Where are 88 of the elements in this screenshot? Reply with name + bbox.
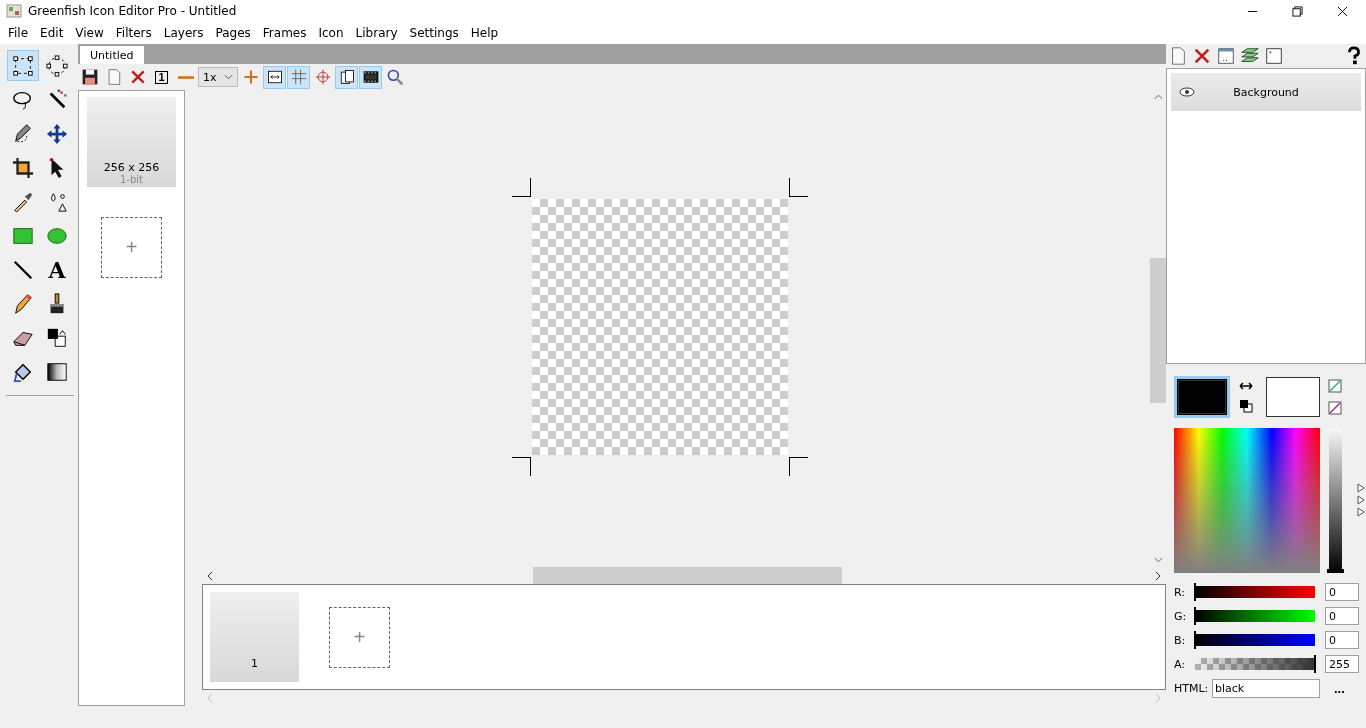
menu-item[interactable]: Edit — [34, 26, 70, 40]
window-title: Greenfish Icon Editor Pro - Untitled — [28, 4, 238, 18]
channel-value-field[interactable]: 0 — [1325, 583, 1359, 601]
crop-icon — [12, 156, 34, 179]
frames-icon — [361, 68, 380, 86]
swap-colors-icon — [46, 326, 68, 349]
text-tool[interactable]: A — [41, 254, 73, 285]
layer-row[interactable]: Background — [1171, 73, 1361, 111]
corner-mark — [512, 178, 531, 197]
channel-label: R: — [1174, 585, 1186, 599]
channel-label: A: — [1174, 657, 1187, 671]
frames-button[interactable] — [359, 65, 382, 89]
channel-value-field[interactable]: 0 — [1325, 607, 1359, 625]
move-icon — [46, 122, 68, 145]
grid-icon — [289, 68, 308, 86]
channel-value-field[interactable]: 255 — [1325, 655, 1359, 673]
menu-item[interactable]: Settings — [403, 26, 465, 40]
channel-value-field[interactable]: 0 — [1325, 631, 1359, 649]
menu-item[interactable]: Icon — [312, 26, 350, 40]
add-page-button[interactable]: + — [101, 217, 162, 278]
primary-color-swatch[interactable] — [1174, 376, 1230, 418]
reset-colors-icon[interactable] — [1239, 399, 1253, 413]
frame-icon[interactable] — [1264, 46, 1284, 66]
menu-item[interactable]: Filters — [109, 26, 158, 40]
corner-mark — [789, 178, 808, 197]
menu-item[interactable]: Library — [349, 26, 404, 40]
actual-size-button[interactable]: 1 — [150, 65, 173, 89]
channel-slider[interactable] — [1195, 658, 1315, 670]
scroll-down-icon[interactable] — [1153, 557, 1163, 563]
menu-item[interactable]: Pages — [209, 26, 257, 40]
grid-button[interactable] — [287, 65, 310, 89]
pages-button[interactable] — [335, 65, 358, 89]
frame-thumbnail[interactable]: 1 — [210, 592, 299, 682]
expand-arrows-icon[interactable] — [1357, 483, 1365, 517]
html-color-field[interactable]: black — [1212, 678, 1320, 698]
more-button[interactable]: ... — [1324, 680, 1345, 696]
add-frame-button[interactable]: + — [329, 606, 390, 668]
delete-layer-icon[interactable] — [1192, 46, 1212, 66]
magnifier-icon — [385, 68, 404, 86]
save-icon — [80, 68, 99, 86]
ellipse-select-icon — [46, 54, 68, 77]
layer-name: Background — [1232, 85, 1300, 99]
color-spectrum[interactable] — [1174, 428, 1320, 573]
caret-icon — [224, 74, 233, 80]
page-size: 256 x 256 — [103, 161, 160, 174]
gradient-icon — [46, 360, 68, 383]
menu-item[interactable]: Help — [464, 26, 505, 40]
channel-slider[interactable] — [1195, 610, 1315, 622]
crosshair-icon — [313, 68, 332, 86]
channel-label: B: — [1174, 633, 1187, 647]
scroll-right-icon[interactable] — [1155, 570, 1161, 581]
app-icon — [6, 3, 22, 19]
restore-icon[interactable] — [1292, 5, 1303, 17]
corner-mark — [789, 457, 808, 476]
pencil-icon — [12, 292, 34, 315]
zoom-dropdown[interactable]: 1x — [198, 67, 238, 87]
zoom-out-icon — [176, 75, 195, 79]
page-depth: 1-bit — [120, 174, 143, 185]
inverse-color-icon[interactable] — [1328, 401, 1342, 415]
picker-icon — [12, 190, 34, 213]
channel-label: G: — [1174, 609, 1188, 623]
scroll-left-icon[interactable] — [207, 570, 213, 581]
secondary-color-swatch[interactable] — [1266, 377, 1320, 417]
swap-icon[interactable] — [1238, 381, 1254, 391]
menu-item[interactable]: Frames — [256, 26, 313, 40]
transparent-color-icon[interactable] — [1328, 379, 1342, 393]
channel-slider[interactable] — [1195, 634, 1315, 646]
brightness-slider[interactable] — [1329, 428, 1342, 573]
zoom-in-icon — [241, 68, 260, 86]
rect-select-icon — [12, 54, 34, 77]
fit-icon — [265, 68, 284, 86]
html-label: HTML: — [1174, 681, 1208, 695]
corner-mark — [512, 457, 531, 476]
eye-icon[interactable] — [1179, 87, 1195, 97]
pen-select-icon — [12, 122, 34, 145]
channel-slider[interactable] — [1195, 586, 1315, 598]
menu-item[interactable]: File — [2, 26, 35, 40]
close-icon[interactable] — [1337, 5, 1348, 17]
rect-select-tool[interactable] — [7, 50, 39, 81]
layer-properties-icon[interactable] — [1216, 46, 1236, 66]
menu-item[interactable]: View — [69, 26, 110, 40]
page-thumbnail[interactable]: 256 x 256 1-bit — [87, 97, 176, 187]
fit-button[interactable] — [263, 65, 286, 89]
line-icon — [12, 258, 34, 281]
menu-item[interactable]: Layers — [157, 26, 210, 40]
document-tab[interactable]: Untitled — [80, 46, 144, 64]
scroll-up-icon[interactable] — [1153, 94, 1163, 100]
slider-thumb[interactable] — [1327, 569, 1344, 573]
